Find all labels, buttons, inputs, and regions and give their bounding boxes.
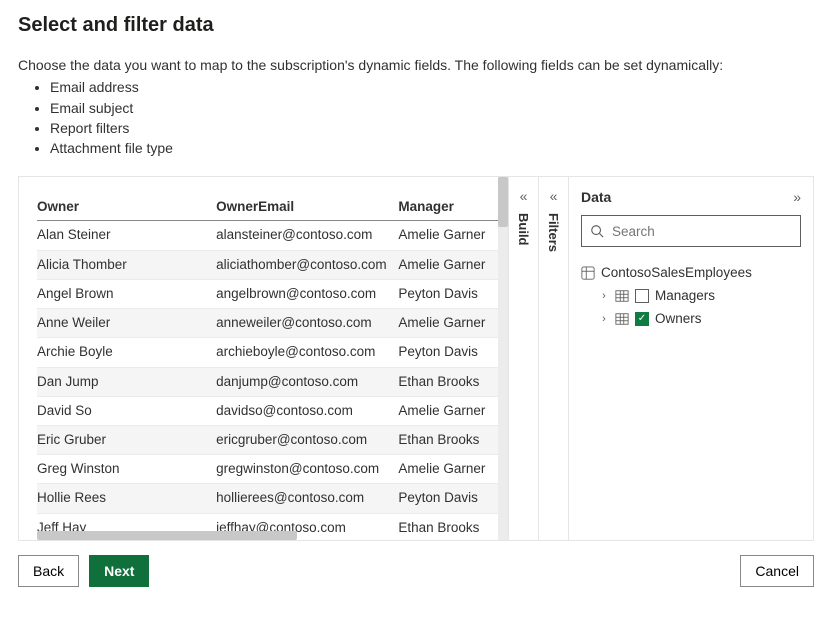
cell-owner: Angel Brown bbox=[37, 279, 216, 308]
intro-list: Email address Email subject Report filte… bbox=[18, 77, 814, 158]
page-title: Select and filter data bbox=[18, 14, 814, 37]
cell-manager: Amelie Garner bbox=[398, 221, 508, 250]
cell-email: anneweiler@contoso.com bbox=[216, 309, 398, 338]
column-header-owner[interactable]: Owner bbox=[37, 193, 216, 221]
cell-email: aliciathomber@contoso.com bbox=[216, 250, 398, 279]
vertical-scrollbar-thumb[interactable] bbox=[498, 177, 508, 227]
cell-owner: Greg Winston bbox=[37, 455, 216, 484]
back-button[interactable]: Back bbox=[18, 555, 79, 587]
cell-email: danjump@contoso.com bbox=[216, 367, 398, 396]
table-row[interactable]: Alan Steineralansteiner@contoso.comAmeli… bbox=[37, 221, 508, 250]
build-rail[interactable]: « Build bbox=[508, 177, 538, 540]
filters-rail-label: Filters bbox=[546, 211, 561, 252]
workspace: Owner OwnerEmail Manager Alan Steinerala… bbox=[18, 176, 814, 541]
intro-item: Report filters bbox=[50, 118, 814, 138]
cell-email: archieboyle@contoso.com bbox=[216, 338, 398, 367]
data-panel: Data » ContosoSalesEmployees › Managers … bbox=[568, 177, 813, 540]
table-node-managers[interactable]: › Managers bbox=[599, 284, 801, 307]
cell-owner: Eric Gruber bbox=[37, 426, 216, 455]
cell-manager: Amelie Garner bbox=[398, 250, 508, 279]
table-icon bbox=[615, 312, 629, 326]
cell-manager: Amelie Garner bbox=[398, 455, 508, 484]
cell-owner: Alicia Thomber bbox=[37, 250, 216, 279]
search-icon bbox=[590, 224, 604, 238]
cell-manager: Ethan Brooks bbox=[398, 426, 508, 455]
cell-manager: Ethan Brooks bbox=[398, 367, 508, 396]
table-row[interactable]: Greg Winstongregwinston@contoso.comAmeli… bbox=[37, 455, 508, 484]
table-row[interactable]: Dan Jumpdanjump@contoso.comEthan Brooks bbox=[37, 367, 508, 396]
collapse-right-icon[interactable]: » bbox=[793, 190, 801, 204]
dataset-icon bbox=[581, 266, 595, 280]
build-rail-label: Build bbox=[516, 211, 531, 246]
cell-manager: Ethan Brooks bbox=[398, 513, 508, 540]
checkbox-managers[interactable] bbox=[635, 289, 649, 303]
table-row[interactable]: Archie Boylearchieboyle@contoso.comPeyto… bbox=[37, 338, 508, 367]
cell-manager: Amelie Garner bbox=[398, 309, 508, 338]
cancel-button[interactable]: Cancel bbox=[740, 555, 814, 587]
table-node-owners[interactable]: › ✓ Owners bbox=[599, 307, 801, 330]
cell-email: ericgruber@contoso.com bbox=[216, 426, 398, 455]
cell-email: angelbrown@contoso.com bbox=[216, 279, 398, 308]
footer: Back Next Cancel bbox=[18, 555, 814, 587]
column-header-owneremail[interactable]: OwnerEmail bbox=[216, 193, 398, 221]
cell-manager: Peyton Davis bbox=[398, 484, 508, 513]
table-icon bbox=[615, 289, 629, 303]
cell-manager: Peyton Davis bbox=[398, 279, 508, 308]
data-table-area: Owner OwnerEmail Manager Alan Steinerala… bbox=[19, 177, 508, 540]
table-row[interactable]: Hollie Reeshollierees@contoso.comPeyton … bbox=[37, 484, 508, 513]
cell-email: hollierees@contoso.com bbox=[216, 484, 398, 513]
cell-email: gregwinston@contoso.com bbox=[216, 455, 398, 484]
vertical-scrollbar[interactable] bbox=[498, 177, 508, 540]
column-header-manager[interactable]: Manager bbox=[398, 193, 508, 221]
data-table: Owner OwnerEmail Manager Alan Steinerala… bbox=[37, 193, 508, 540]
table-name: Managers bbox=[655, 288, 715, 303]
chevron-right-icon: › bbox=[599, 290, 609, 302]
collapse-left-icon: « bbox=[550, 189, 558, 203]
cell-owner: Anne Weiler bbox=[37, 309, 216, 338]
search-input[interactable] bbox=[610, 223, 792, 240]
cell-owner: Alan Steiner bbox=[37, 221, 216, 250]
horizontal-scrollbar-thumb[interactable] bbox=[37, 531, 297, 540]
filters-rail[interactable]: « Filters bbox=[538, 177, 568, 540]
table-row[interactable]: David Sodavidso@contoso.comAmelie Garner bbox=[37, 396, 508, 425]
checkbox-owners[interactable]: ✓ bbox=[635, 312, 649, 326]
table-row[interactable]: Alicia Thomberaliciathomber@contoso.comA… bbox=[37, 250, 508, 279]
chevron-right-icon: › bbox=[599, 313, 609, 325]
dataset-node[interactable]: ContosoSalesEmployees bbox=[581, 261, 801, 284]
intro-item: Email subject bbox=[50, 98, 814, 118]
table-name: Owners bbox=[655, 311, 702, 326]
data-panel-title: Data bbox=[581, 189, 611, 205]
cell-owner: David So bbox=[37, 396, 216, 425]
cell-owner: Archie Boyle bbox=[37, 338, 216, 367]
cell-owner: Dan Jump bbox=[37, 367, 216, 396]
next-button[interactable]: Next bbox=[89, 555, 149, 587]
cell-owner: Hollie Rees bbox=[37, 484, 216, 513]
collapse-left-icon: « bbox=[520, 189, 528, 203]
cell-email: alansteiner@contoso.com bbox=[216, 221, 398, 250]
intro-text: Choose the data you want to map to the s… bbox=[18, 55, 814, 75]
data-tree: ContosoSalesEmployees › Managers › ✓ Own… bbox=[581, 261, 801, 330]
intro-item: Attachment file type bbox=[50, 138, 814, 158]
cell-manager: Amelie Garner bbox=[398, 396, 508, 425]
cell-email: davidso@contoso.com bbox=[216, 396, 398, 425]
cell-manager: Peyton Davis bbox=[398, 338, 508, 367]
table-row[interactable]: Anne Weileranneweiler@contoso.comAmelie … bbox=[37, 309, 508, 338]
table-row[interactable]: Angel Brownangelbrown@contoso.comPeyton … bbox=[37, 279, 508, 308]
table-header-row: Owner OwnerEmail Manager bbox=[37, 193, 508, 221]
search-field[interactable] bbox=[581, 215, 801, 247]
intro-item: Email address bbox=[50, 77, 814, 97]
dataset-name: ContosoSalesEmployees bbox=[601, 265, 752, 280]
table-row[interactable]: Eric Gruberericgruber@contoso.comEthan B… bbox=[37, 426, 508, 455]
